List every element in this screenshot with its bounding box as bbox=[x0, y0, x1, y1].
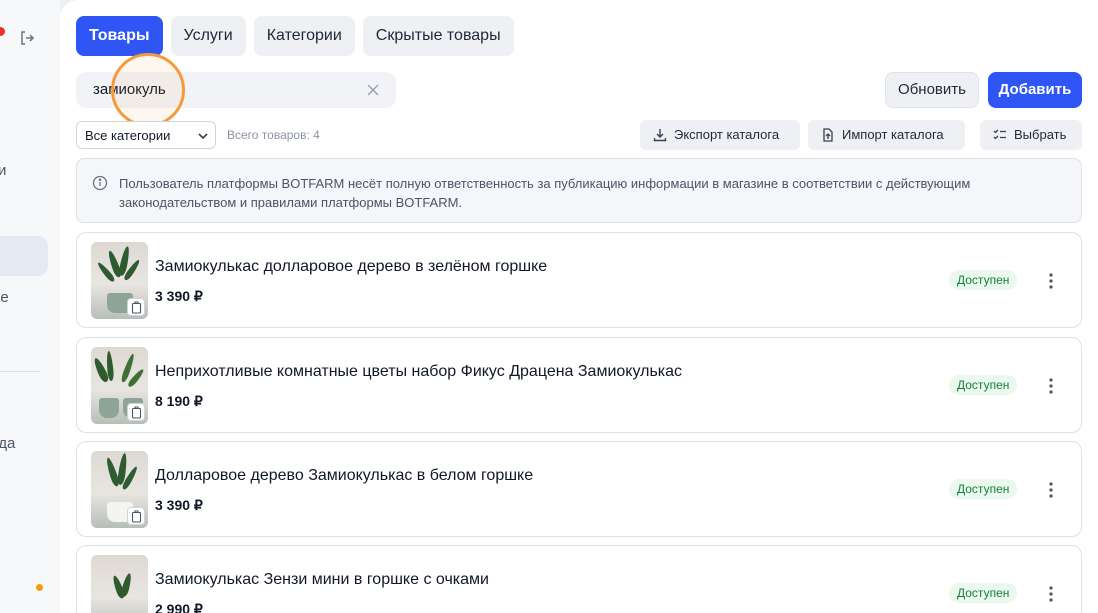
product-title[interactable]: Долларовое дерево Замиокулькас в белом г… bbox=[155, 467, 533, 485]
product-image bbox=[91, 451, 148, 528]
copy-icon[interactable] bbox=[127, 403, 145, 421]
export-catalog-button[interactable]: Экспорт каталога bbox=[640, 120, 800, 150]
product-title[interactable]: Замиокулькас долларовое дерево в зелёном… bbox=[155, 258, 547, 276]
status-badge: Доступен bbox=[949, 375, 1018, 395]
sidebar-item-label[interactable]: ие bbox=[0, 289, 9, 306]
sidebar-item-active[interactable] bbox=[0, 236, 48, 276]
product-image bbox=[91, 242, 148, 319]
product-image bbox=[91, 555, 148, 613]
download-icon bbox=[653, 129, 667, 142]
import-catalog-button[interactable]: Импорт каталога bbox=[808, 120, 965, 150]
search-value: замиокуль bbox=[93, 81, 166, 98]
status-badge: Доступен bbox=[949, 270, 1018, 290]
sidebar: и ие нда bbox=[0, 0, 60, 613]
status-badge: Доступен bbox=[949, 479, 1018, 499]
product-card[interactable]: Замиокулькас Зензи мини в горшке с очкам… bbox=[76, 545, 1082, 613]
copy-icon[interactable] bbox=[127, 298, 145, 316]
copy-icon[interactable] bbox=[127, 507, 145, 525]
total-count: Всего товаров: 4 bbox=[227, 128, 320, 142]
tab-products[interactable]: Товары bbox=[76, 16, 163, 56]
info-notice: Пользователь платформы BOTFARM несёт пол… bbox=[76, 158, 1082, 223]
product-card[interactable]: Долларовое дерево Замиокулькас в белом г… bbox=[76, 441, 1082, 537]
status-badge: Доступен bbox=[949, 583, 1018, 603]
notification-dot bbox=[0, 27, 5, 36]
category-select-value: Все категории bbox=[85, 128, 171, 143]
main-panel: Товары Услуги Категории Скрытые товары з… bbox=[60, 0, 1098, 613]
status-dot bbox=[36, 584, 43, 591]
checklist-icon bbox=[993, 129, 1006, 140]
product-card[interactable]: Неприхотливые комнатные цветы набор Фику… bbox=[76, 337, 1082, 433]
notice-text: Пользователь платформы BOTFARM несёт пол… bbox=[119, 176, 971, 210]
product-price: 3 390 ₽ bbox=[155, 497, 203, 513]
product-image bbox=[91, 347, 148, 424]
add-button[interactable]: Добавить bbox=[988, 72, 1082, 108]
file-upload-icon bbox=[823, 128, 833, 142]
search-input[interactable]: замиокуль bbox=[76, 72, 396, 108]
select-label: Выбрать bbox=[1014, 127, 1067, 142]
tab-hidden-products[interactable]: Скрытые товары bbox=[362, 16, 514, 56]
tab-services[interactable]: Услуги bbox=[170, 16, 246, 56]
import-catalog-label: Импорт каталога bbox=[842, 127, 944, 142]
logout-icon[interactable] bbox=[19, 30, 35, 46]
chevron-down-icon bbox=[198, 133, 208, 140]
more-vertical-icon[interactable] bbox=[1045, 376, 1057, 396]
clear-icon[interactable] bbox=[366, 83, 380, 97]
select-button[interactable]: Выбрать bbox=[980, 120, 1082, 150]
category-select[interactable]: Все категории bbox=[76, 121, 216, 149]
tab-categories[interactable]: Категории bbox=[253, 16, 355, 56]
product-card[interactable]: Замиокулькас долларовое дерево в зелёном… bbox=[76, 232, 1082, 328]
product-price: 2 990 ₽ bbox=[155, 601, 203, 613]
product-price: 8 190 ₽ bbox=[155, 393, 203, 409]
product-price: 3 390 ₽ bbox=[155, 288, 203, 304]
more-vertical-icon[interactable] bbox=[1045, 271, 1057, 291]
product-title[interactable]: Замиокулькас Зензи мини в горшке с очкам… bbox=[155, 571, 489, 589]
tab-bar: Товары Услуги Категории Скрытые товары bbox=[76, 16, 514, 56]
more-vertical-icon[interactable] bbox=[1045, 584, 1057, 604]
sidebar-item-label[interactable]: нда bbox=[0, 435, 15, 452]
product-title[interactable]: Неприхотливые комнатные цветы набор Фику… bbox=[155, 363, 682, 381]
sidebar-item-label[interactable]: и bbox=[0, 162, 6, 179]
info-icon bbox=[92, 175, 108, 191]
sidebar-divider bbox=[0, 371, 40, 372]
export-catalog-label: Экспорт каталога bbox=[674, 127, 780, 142]
more-vertical-icon[interactable] bbox=[1045, 480, 1057, 500]
refresh-button[interactable]: Обновить bbox=[885, 72, 979, 108]
